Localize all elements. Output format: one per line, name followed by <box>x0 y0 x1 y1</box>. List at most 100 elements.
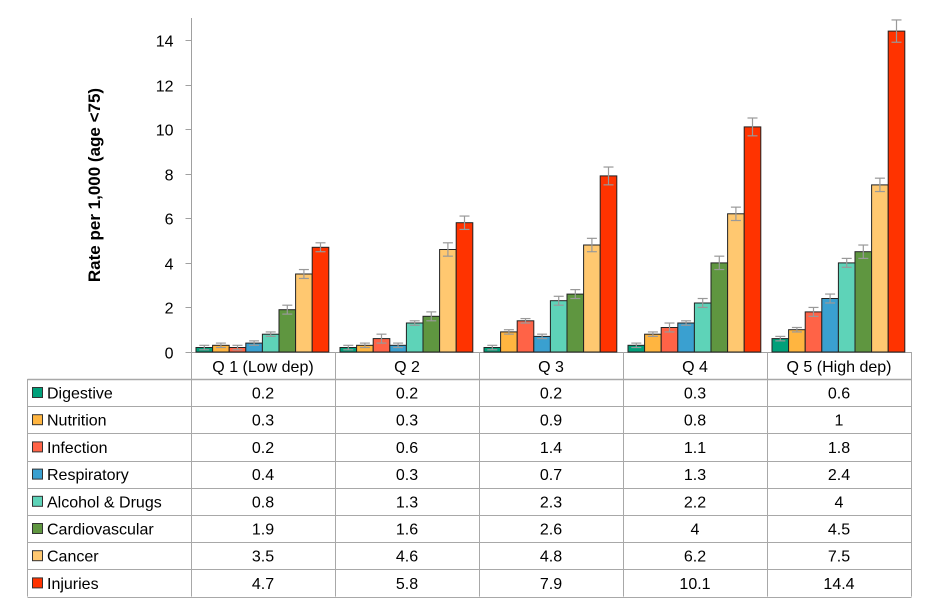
table-cell-value: 1.3 <box>684 467 706 484</box>
table-cell-value: 0.3 <box>252 413 274 430</box>
table-cell-value: 0.8 <box>684 413 706 430</box>
legend-label: Nutrition <box>47 413 107 430</box>
category-header: Q 1 (Low dep) <box>212 359 313 376</box>
table-cell-value: 0.9 <box>540 413 562 430</box>
table-cell-value: 4.5 <box>828 522 850 539</box>
bar-cancer-q3 <box>583 244 601 353</box>
table-cell-value: 10.1 <box>679 576 710 593</box>
table-cell-value: 7.5 <box>828 549 850 566</box>
data-table: Q 1 (Low dep) Q 2 Q 3 Q 4 Q 5 (High dep) Dige… <box>27 352 912 598</box>
table-cell-value: 1.1 <box>684 440 706 457</box>
table-cell-value: 1.9 <box>252 522 274 539</box>
table-cell-value: 5.8 <box>396 576 418 593</box>
table-row: Digestive 0.2 0.2 0.2 0.3 0.6 <box>32 386 850 403</box>
bar-alcohol-drugs-q5 <box>837 262 856 353</box>
table-row: Nutrition 0.3 0.3 0.9 0.8 1 <box>32 413 844 430</box>
table-cell-value: 1.3 <box>396 494 418 511</box>
bar-injuries-q1 <box>311 246 330 353</box>
table-row: Alcohol & Drugs 0.8 1.3 2.3 2.2 4 <box>32 494 844 511</box>
table-cell-value: 0.6 <box>396 440 418 457</box>
table-cell-value: 0.2 <box>396 386 418 403</box>
category-header: Q 5 (High dep) <box>787 359 892 376</box>
table-cell-value: 0.4 <box>252 467 274 484</box>
bar-cardiovascular-q3 <box>566 293 585 353</box>
legend-label: Infection <box>47 440 107 457</box>
y-axis: 0 2 4 6 8 10 12 14 <box>156 18 912 363</box>
y-axis-label: Rate per 1,000 (age <75) <box>85 88 104 282</box>
y-tick-label: 14 <box>156 34 174 51</box>
table-cell-value: 1 <box>835 413 844 430</box>
bar-cancer-q4 <box>727 213 745 353</box>
table-row: Cancer 3.5 4.6 4.8 6.2 7.5 <box>32 549 850 566</box>
table-cell-value: 2.3 <box>540 494 562 511</box>
table-cell-value: 0.7 <box>540 467 562 484</box>
table-row: Injuries 4.7 5.8 7.9 10.1 14.4 <box>32 576 855 593</box>
legend-swatch-icon <box>32 523 43 534</box>
legend-swatch-icon <box>32 441 43 453</box>
y-tick-label: 6 <box>165 212 174 229</box>
table-cell-value: 4 <box>691 522 700 539</box>
category-header: Q 2 <box>394 359 420 376</box>
table-row: Infection 0.2 0.6 1.4 1.1 1.8 <box>32 440 850 457</box>
category-header: Q 3 <box>538 359 564 376</box>
legend-label: Alcohol & Drugs <box>47 494 162 511</box>
bars <box>195 30 906 353</box>
table-cell-value: 4.6 <box>396 549 418 566</box>
bar-cardiovascular-q4 <box>710 262 729 353</box>
table-cell-value: 4 <box>835 494 844 511</box>
legend-swatch-icon <box>32 550 43 562</box>
category-header: Q 4 <box>682 359 708 376</box>
bar-respiratory-q4 <box>677 322 695 353</box>
y-tick-label: 0 <box>165 346 174 363</box>
bar-cardiovascular-q1 <box>278 309 297 353</box>
table-row: Cardiovascular 1.9 1.6 2.6 4 4.5 <box>32 522 850 539</box>
table-cell-value: 14.4 <box>823 576 854 593</box>
table-cell-value: 1.4 <box>540 440 562 457</box>
legend-swatch-icon <box>32 387 43 398</box>
table-cell-value: 0.2 <box>252 440 274 457</box>
bar-cancer-q5 <box>871 184 889 353</box>
legend-swatch-icon <box>32 468 43 480</box>
legend-label: Cancer <box>47 549 99 566</box>
bar-cardiovascular-q2 <box>422 315 441 353</box>
bar-alcohol-drugs-q3 <box>549 300 568 353</box>
table-cell-value: 0.8 <box>252 494 274 511</box>
table-cell-value: 1.6 <box>396 522 418 539</box>
table-cell-value: 0.6 <box>828 386 850 403</box>
bar-cancer-q1 <box>295 273 313 353</box>
bar-infection-q5 <box>804 311 823 353</box>
legend-label: Digestive <box>47 386 113 403</box>
y-tick-label: 2 <box>165 301 174 318</box>
chart: 02468101214 Rate per 1,000 (age <75) Q 1… <box>27 18 912 598</box>
y-tick-label: 8 <box>165 168 174 185</box>
y-tick-label: 10 <box>156 123 174 140</box>
legend-swatch-icon <box>32 495 43 507</box>
bar-infection-q3 <box>516 320 535 353</box>
table-cell-value: 4.7 <box>252 576 274 593</box>
table-cell-value: 0.3 <box>684 386 706 403</box>
bar-cardiovascular-q5 <box>854 251 873 353</box>
bar-injuries-q2 <box>455 222 474 353</box>
bar-nutrition-q5 <box>788 329 806 353</box>
bar-injuries-q4 <box>743 126 762 353</box>
table-cell-value: 0.2 <box>252 386 274 403</box>
bar-alcohol-drugs-q4 <box>693 302 712 353</box>
legend-swatch-icon <box>32 414 43 426</box>
bar-injuries-q3 <box>599 175 618 353</box>
bar-respiratory-q5 <box>821 298 839 353</box>
legend-label: Injuries <box>47 576 99 593</box>
legend-swatch-icon <box>32 577 43 589</box>
table-cell-value: 3.5 <box>252 549 274 566</box>
table-cell-value: 2.4 <box>828 467 850 484</box>
table-cell-value: 0.3 <box>396 413 418 430</box>
table-cell-value: 4.8 <box>540 549 562 566</box>
table-cell-value: 7.9 <box>540 576 562 593</box>
bar-alcohol-drugs-q2 <box>405 322 424 353</box>
legend-label: Respiratory <box>47 467 129 484</box>
bar-injuries-q5 <box>887 30 906 353</box>
table-cell-value: 2.6 <box>540 522 562 539</box>
table-cell-value: 0.3 <box>396 467 418 484</box>
table-cell-value: 0.2 <box>540 386 562 403</box>
legend-label: Cardiovascular <box>47 522 154 539</box>
bar-nutrition-q3 <box>500 331 518 353</box>
